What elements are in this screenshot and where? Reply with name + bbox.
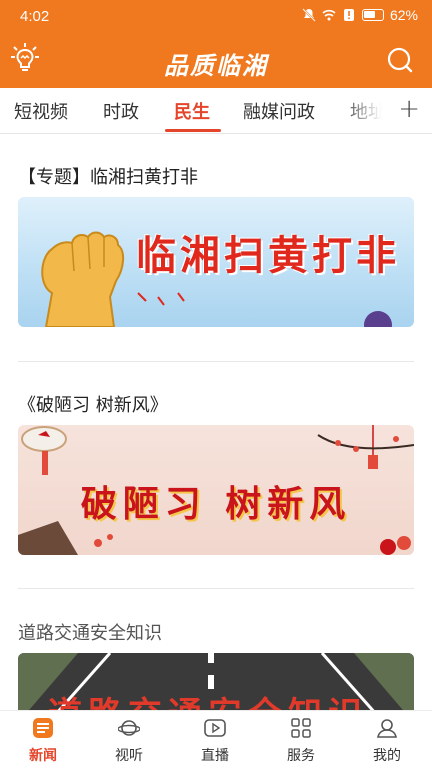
battery-level: 62% xyxy=(389,7,418,23)
grid-icon xyxy=(291,718,311,738)
banner-text: 临湘扫黄打非 xyxy=(136,233,400,279)
add-channel-button[interactable]: + xyxy=(398,94,420,124)
nav-label: 服务 xyxy=(287,748,315,764)
status-icons: 62% xyxy=(302,7,418,23)
feed-item-banner[interactable]: 破陋习 树新风 xyxy=(18,425,414,555)
search-icon[interactable] xyxy=(386,46,414,74)
app-header: 品质临湘 xyxy=(0,34,432,88)
tab-livelihood[interactable]: 民生 xyxy=(174,98,210,124)
nav-mine[interactable]: 我的 xyxy=(344,711,430,769)
nav-live[interactable]: 直播 xyxy=(172,711,258,769)
nav-label: 视听 xyxy=(115,748,143,764)
tab-politics[interactable]: 时政 xyxy=(103,98,139,124)
banner-text: 道路交通安全知识 xyxy=(48,687,368,710)
divider xyxy=(18,361,414,362)
play-icon xyxy=(204,719,226,737)
feed-item-banner[interactable]: 道路交通安全知识 xyxy=(18,653,414,710)
feed-item-title[interactable]: 【专题】临湘扫黄打非 xyxy=(18,163,198,189)
bottom-nav: 新闻 视听 直播 服务 我的 xyxy=(0,710,432,768)
status-time: 4:02 xyxy=(20,8,50,25)
app-logo: 品质临湘 xyxy=(164,51,268,80)
nav-label: 我的 xyxy=(373,748,401,764)
user-icon xyxy=(377,719,397,738)
feed-item-banner[interactable]: 临湘扫黄打非 xyxy=(18,197,414,327)
divider xyxy=(18,588,414,589)
tab-media-inquiry[interactable]: 融媒问政 xyxy=(243,98,315,124)
news-feed: 【专题】临湘扫黄打非 临湘扫黄打非 《破陋习 树新风》 破陋习 树新风 道路交通… xyxy=(0,135,432,710)
feed-item-title[interactable]: 道路交通安全知识 xyxy=(18,619,162,645)
status-bar: 4:02 62% xyxy=(0,0,432,34)
nav-label: 新闻 xyxy=(29,748,57,764)
mute-icon xyxy=(302,8,316,22)
battery-icon xyxy=(361,9,384,21)
nav-news[interactable]: 新闻 xyxy=(0,711,86,769)
alert-icon xyxy=(343,9,354,21)
nav-services[interactable]: 服务 xyxy=(258,711,344,769)
banner-text: 破陋习 树新风 xyxy=(80,483,352,525)
news-icon xyxy=(33,718,53,738)
active-tab-indicator xyxy=(165,129,221,132)
category-tabs: 短视频 时政 民生 融媒问政 地址 + xyxy=(0,88,432,134)
feed-item-title[interactable]: 《破陋习 树新风》 xyxy=(18,391,168,417)
planet-icon xyxy=(118,720,140,736)
tab-short-video[interactable]: 短视频 xyxy=(14,98,68,124)
nav-label: 直播 xyxy=(201,748,229,764)
nav-audiovisual[interactable]: 视听 xyxy=(86,711,172,769)
wifi-icon xyxy=(322,9,336,21)
